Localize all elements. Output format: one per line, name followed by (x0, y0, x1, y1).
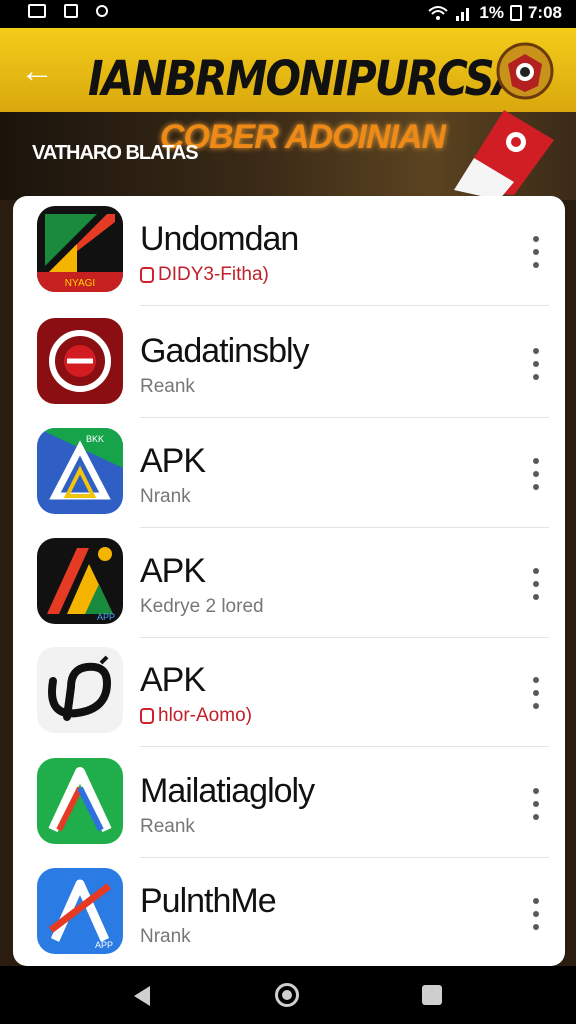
app-icon: APP (37, 868, 123, 954)
app-name: APK (140, 552, 206, 590)
app-icon: BKK (37, 428, 123, 514)
list-item[interactable]: BKK APK Nrank (13, 418, 565, 528)
more-options-icon[interactable] (531, 236, 541, 268)
emblem-icon (496, 42, 554, 100)
list-item[interactable]: Mailatiagloly Reank (13, 748, 565, 858)
app-icon-label: APP (97, 612, 115, 622)
system-nav-bar (0, 966, 576, 1024)
battery-icon (509, 5, 522, 21)
arrow-left-icon[interactable]: ← (20, 54, 54, 88)
app-name: PulnthMe (140, 882, 277, 920)
page-title: IANBRMONIPURCSA (88, 50, 525, 107)
clock: 7:08 (527, 3, 562, 22)
nav-home-icon[interactable] (275, 983, 299, 1007)
app-icon: NYAGI (37, 206, 123, 292)
app-subtitle: Reank (140, 376, 195, 397)
signal-icon (456, 8, 470, 21)
app-name: APK (140, 442, 206, 480)
app-icon-label: BKK (86, 434, 104, 444)
app-list: NYAGI Undomdan DIDY3-Fitha) Gadatinsbly … (13, 196, 565, 966)
more-options-icon[interactable] (531, 788, 541, 820)
app-subtitle: Kedrye 2 lored (140, 596, 264, 617)
list-item[interactable]: Gadatinsbly Reank (13, 308, 565, 418)
app-icon-label: NYAGI (65, 278, 95, 289)
nav-back-icon[interactable] (134, 986, 150, 1006)
more-options-icon[interactable] (531, 898, 541, 930)
app-icon (37, 758, 123, 844)
app-name: Gadatinsbly (140, 332, 310, 370)
badge-icon (140, 267, 154, 283)
list-item[interactable]: APK hlor-Aomo) (13, 637, 565, 747)
divider (140, 305, 549, 306)
more-options-icon[interactable] (531, 458, 541, 490)
app-subtitle: Reank (140, 816, 195, 837)
more-options-icon[interactable] (531, 348, 541, 380)
wifi-icon (428, 6, 449, 20)
list-item[interactable]: NYAGI Undomdan DIDY3-Fitha) (13, 196, 565, 306)
notification-dot-icon (96, 5, 108, 17)
divider (140, 746, 549, 747)
nav-recent-apps-icon[interactable] (422, 985, 442, 1005)
app-icon: APP (37, 538, 123, 624)
app-icon (37, 647, 123, 733)
more-options-icon[interactable] (531, 568, 541, 600)
banner-title: COBER ADOINIAN (160, 118, 446, 156)
more-options-icon[interactable] (531, 677, 541, 709)
badge-icon (140, 708, 154, 724)
app-subtitle-text: hlor-Aomo) (158, 705, 252, 726)
app-subtitle-text: DIDY3-Fitha) (158, 264, 269, 285)
app-subtitle: hlor-Aomo) (140, 705, 252, 727)
app-icon (37, 318, 123, 404)
app-name: Mailatiagloly (140, 772, 315, 810)
notification-icon (28, 4, 46, 18)
list-item[interactable]: APP APK Kedrye 2 lored (13, 528, 565, 638)
app-icon-label: APP (95, 940, 113, 950)
list-item[interactable]: APP PulnthMe Nrank (13, 858, 565, 966)
notification-icon (64, 4, 78, 18)
app-name: APK (140, 661, 206, 699)
app-subtitle: Nrank (140, 486, 191, 507)
app-name: Undomdan (140, 220, 299, 258)
app-subtitle: DIDY3-Fitha) (140, 264, 269, 286)
battery-percent: 1% (479, 3, 504, 22)
app-subtitle: Nrank (140, 926, 191, 947)
status-bar: 1% 7:08 (0, 0, 576, 28)
banner-subtitle: VATHARO BLATAS (32, 142, 199, 164)
flag-icon (454, 110, 554, 200)
